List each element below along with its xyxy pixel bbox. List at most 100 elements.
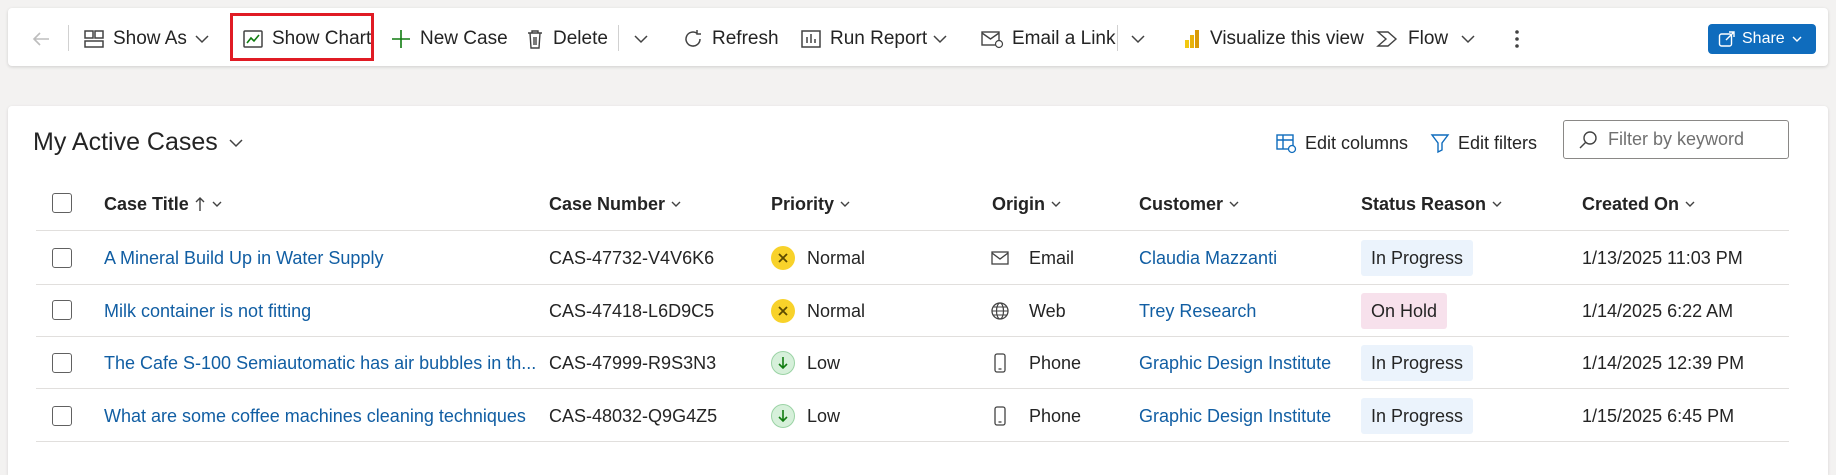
chevron-down-icon [933,35,947,44]
low-priority-icon [771,404,795,428]
share-button[interactable]: Share [1708,24,1816,54]
show-as-dropdown[interactable] [194,10,210,68]
edit-columns-icon [1276,134,1297,154]
keyword-filter-field[interactable] [1563,120,1789,159]
chevron-down-icon [1229,201,1239,207]
run-report-button[interactable]: Run Report [800,10,927,68]
search-icon [1579,130,1597,148]
row-divider [36,336,1789,337]
chevron-down-icon [671,201,681,207]
chevron-down-icon [634,35,648,44]
customer-link[interactable]: Graphic Design Institute [1139,403,1331,429]
low-priority-icon [771,351,795,375]
origin-cell: Phone [989,403,1081,429]
more-vertical-icon [1515,30,1519,48]
customer-link[interactable]: Trey Research [1139,298,1256,324]
column-header-priority[interactable]: Priority [771,192,851,216]
plus-icon [392,30,410,48]
show-as-label: Show As [113,28,187,49]
origin-label: Phone [1029,405,1082,426]
view-selector[interactable]: My Active Cases [33,128,244,157]
origin-label: Email [1029,247,1075,268]
back-arrow-icon [32,32,49,46]
case-number: CAS-48032-Q9G4Z5 [549,405,718,426]
case-title-link[interactable]: What are some coffee machines cleaning t… [104,403,526,429]
normal-priority-icon [771,299,795,323]
more-options-button[interactable] [1511,10,1523,68]
header-divider [36,230,1789,231]
report-icon [801,30,821,48]
share-icon [1718,31,1735,47]
priority-label: Normal [807,247,866,268]
keyword-filter-input[interactable] [1608,129,1788,150]
delete-button[interactable]: Delete [525,10,608,68]
flow-dropdown[interactable] [1460,10,1476,68]
column-label: Created On [1582,193,1680,214]
column-header-case-number[interactable]: Case Number [549,192,682,216]
case-title-link[interactable]: The Cafe S-100 Semiautomatic has air bub… [104,350,536,376]
email-more-dropdown[interactable] [1130,10,1146,68]
more-commands-dropdown[interactable] [633,10,649,68]
email-link-label: Email a Link [1012,28,1116,49]
row-divider [36,388,1789,389]
run-report-dropdown[interactable] [932,10,948,68]
column-header-created-on[interactable]: Created On [1582,192,1696,216]
edit-filters-button[interactable]: Edit filters [1430,128,1537,158]
show-as-button[interactable]: Show As [83,10,187,68]
refresh-button[interactable]: Refresh [682,10,779,68]
run-report-label: Run Report [830,28,928,49]
row-checkbox[interactable] [52,406,72,426]
row-checkbox[interactable] [52,300,72,320]
column-header-status-reason[interactable]: Status Reason [1361,192,1503,216]
email-link-button[interactable]: Email a Link [980,10,1116,68]
refresh-label: Refresh [712,28,779,49]
normal-priority-icon [771,246,795,270]
case-number: CAS-47999-R9S3N3 [549,352,717,373]
edit-columns-button[interactable]: Edit columns [1275,128,1408,158]
email-icon [989,251,1011,265]
phone-icon [989,353,1011,373]
case-number: CAS-47418-L6D9C5 [549,300,715,321]
share-label: Share [1742,30,1785,47]
select-all-checkbox[interactable] [52,193,72,213]
delete-label: Delete [553,28,608,49]
created-on: 1/15/2025 6:45 PM [1582,405,1735,426]
created-on: 1/14/2025 6:22 AM [1582,300,1734,321]
chevron-down-icon [229,138,243,147]
column-label: Customer [1139,193,1224,214]
visualize-button[interactable]: Visualize this view [1182,10,1364,68]
column-header-origin[interactable]: Origin [992,192,1062,216]
column-header-case-title[interactable]: Case Title [104,192,223,216]
origin-cell: Phone [989,350,1081,376]
column-label: Case Number [549,193,666,214]
chevron-down-icon [1051,201,1061,207]
priority-cell: Normal [771,245,865,271]
row-checkbox[interactable] [52,248,72,268]
row-divider [36,284,1789,285]
priority-label: Normal [807,300,866,321]
phone-icon [989,406,1011,426]
origin-cell: Email [989,245,1074,271]
chevron-down-icon [840,201,850,207]
customer-link[interactable]: Claudia Mazzanti [1139,245,1277,271]
case-number: CAS-47732-V4V6K6 [549,247,715,268]
chevron-down-icon [195,35,209,44]
case-title-link[interactable]: Milk container is not fitting [104,298,311,324]
priority-cell: Low [771,350,840,376]
case-title-link[interactable]: A Mineral Build Up in Water Supply [104,245,383,271]
status-badge: In Progress [1361,398,1474,434]
back-button[interactable] [30,10,52,68]
status-badge: In Progress [1361,240,1474,276]
column-header-customer[interactable]: Customer [1139,192,1240,216]
priority-cell: Low [771,403,840,429]
customer-link[interactable]: Graphic Design Institute [1139,350,1331,376]
column-label: Priority [771,193,835,214]
origin-label: Web [1029,300,1066,321]
new-case-button[interactable]: New Case [390,10,508,68]
email-link-icon [981,31,1004,49]
column-label: Origin [992,193,1045,214]
row-checkbox[interactable] [52,353,72,373]
refresh-icon [685,30,701,47]
edit-filters-label: Edit filters [1458,132,1538,153]
flow-button[interactable]: Flow [1376,10,1448,68]
